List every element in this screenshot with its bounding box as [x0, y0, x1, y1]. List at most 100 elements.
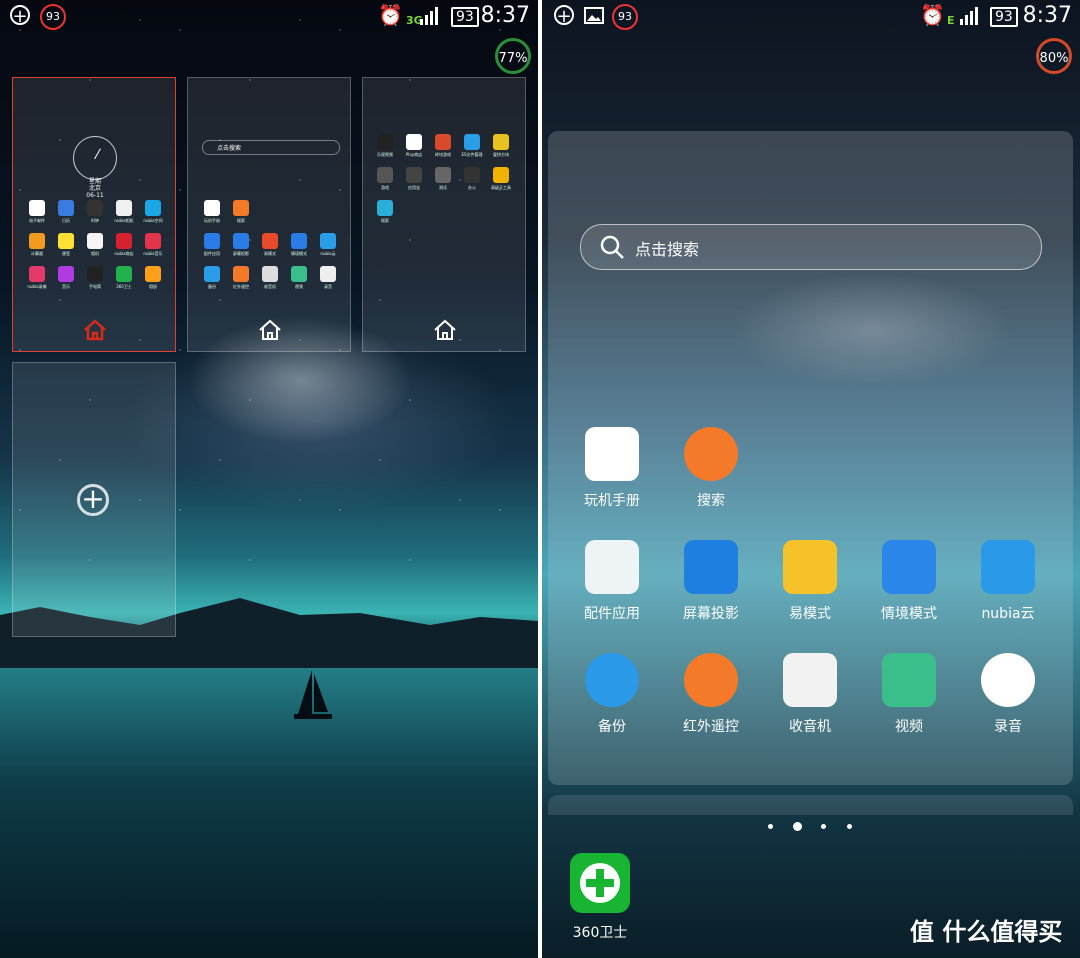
mini-app-icon	[145, 200, 161, 216]
mini-app-label: 情境模式	[291, 251, 307, 256]
mini-app-label: 360卫士	[116, 284, 132, 289]
status-bar: + 93 ⏰ 3G 93 8:37	[0, 0, 538, 34]
plus-circle-icon: +	[10, 5, 30, 26]
mini-app-label: 便签	[62, 251, 70, 256]
mini-app-icon	[87, 233, 103, 249]
folder-app-1[interactable]: 玩机手册	[567, 427, 657, 510]
mini-app-label: 相机	[91, 251, 99, 256]
mini-app-label: 配件应用	[204, 251, 220, 256]
folder-app-5[interactable]: 易模式	[765, 540, 855, 623]
alarm-icon: ⏰	[920, 3, 945, 27]
mini-app-label: 爱拼方块	[493, 152, 509, 157]
shield-plus-icon	[570, 853, 630, 913]
network-type: E	[947, 14, 955, 27]
mini-app-icon	[377, 134, 393, 150]
mini-app-label: 乐视视频	[377, 152, 393, 157]
mini-app-icon	[464, 167, 480, 183]
mini-app-icon	[233, 200, 249, 216]
accessory-apps-icon	[585, 540, 639, 594]
mini-app-label: nubia云	[320, 251, 336, 256]
page-dot-active[interactable]	[793, 822, 802, 831]
clock-widget-icon	[73, 136, 117, 180]
backup-icon	[585, 653, 639, 707]
mini-app-label: 日历	[62, 218, 70, 223]
mini-app-label: nubia相机	[114, 218, 134, 223]
homescreen-preview-3[interactable]: 乐视视频 Play商店 砖块游戏 ES文件管理 爱拼方块 游戏 应用宝 测试 办公 高级天工具 搜索	[362, 77, 526, 352]
mini-app-icon	[145, 233, 161, 249]
folder-app-6[interactable]: 情境模式	[864, 540, 954, 623]
mini-app-label: nubia空间	[143, 218, 163, 223]
mini-app-label: 视频	[295, 284, 303, 289]
signal-icon	[420, 7, 438, 25]
battery-indicator: 93	[990, 7, 1018, 27]
folder-app-label: 收音机	[789, 719, 831, 735]
homescreen-preview-2[interactable]: 点击搜索 玩机手册 搜索 配件应用 屏幕投影 易模式 情境模式 nubia云 备份 红外遥控 收音…	[187, 77, 351, 352]
folder-app-12[interactable]: 录音	[963, 653, 1053, 736]
mini-app-label: 高级天工具	[491, 185, 511, 190]
mini-app-icon	[233, 233, 249, 249]
mini-app-label: Play商店	[405, 152, 423, 157]
folder-app-9[interactable]: 红外遥控	[666, 653, 756, 736]
clock-time: 8:37	[480, 3, 530, 28]
mini-app-icon	[116, 266, 132, 282]
mini-app-icon	[493, 134, 509, 150]
mini-app-label: 玩机手册	[204, 218, 220, 223]
folder-app-label: 备份	[598, 719, 626, 735]
mini-search-bar: 点击搜索	[202, 140, 340, 155]
folder-app-3[interactable]: 配件应用	[567, 540, 657, 623]
add-homescreen-tile[interactable]: +	[12, 362, 176, 637]
mini-app-label: 搜索	[237, 218, 245, 223]
mini-app-icon	[435, 134, 451, 150]
mini-app-label: 测试	[439, 185, 447, 190]
mini-app-icon	[58, 200, 74, 216]
home-icon	[434, 319, 456, 340]
mini-app-icon	[291, 233, 307, 249]
dock-app-360[interactable]: 360卫士	[555, 853, 645, 942]
mini-app-icon	[377, 200, 393, 216]
search-input[interactable]: 点击搜索	[580, 224, 1042, 270]
manual-icon	[585, 427, 639, 481]
notification-badge: 93	[612, 4, 638, 30]
sea	[0, 668, 538, 958]
mini-app-label: nubia音乐	[143, 251, 163, 256]
mini-app-icon	[87, 266, 103, 282]
mini-app-label: 游戏	[381, 185, 389, 190]
mini-app-label: 应用宝	[408, 185, 420, 190]
mini-app-label: nubia录像	[27, 284, 47, 289]
folder-app-11[interactable]: 视频	[864, 653, 954, 736]
add-screen-plus-icon[interactable]: +	[77, 484, 109, 516]
folder-app-4[interactable]: 屏幕投影	[666, 540, 756, 623]
search-app-icon	[684, 427, 738, 481]
page-dot[interactable]	[847, 824, 852, 829]
memory-ring[interactable]: 80%	[1036, 38, 1072, 74]
plus-circle-icon: +	[554, 5, 574, 26]
sailboat-icon	[294, 670, 332, 719]
mini-app-label: 屏幕投影	[233, 251, 249, 256]
page-dot[interactable]	[821, 824, 826, 829]
page-dot[interactable]	[768, 824, 773, 829]
clock-date: 06-11	[86, 192, 104, 199]
video-icon	[882, 653, 936, 707]
mini-app-icon	[29, 233, 45, 249]
mini-app-icon	[87, 200, 103, 216]
mini-app-icon	[29, 266, 45, 282]
radio-icon	[783, 653, 837, 707]
folder-app-10[interactable]: 收音机	[765, 653, 855, 736]
battery-indicator: 93	[451, 7, 479, 27]
home-icon	[84, 319, 106, 341]
folder-app-8[interactable]: 备份	[567, 653, 657, 736]
mini-app-icon	[406, 167, 422, 183]
folder-app-label: 录音	[994, 719, 1022, 735]
mini-app-icon	[204, 200, 220, 216]
mini-app-icon	[493, 167, 509, 183]
folder-app-7[interactable]: nubia云	[963, 540, 1053, 623]
folder-app-label: 玩机手册	[584, 493, 640, 509]
folder-app-label: 红外遥控	[683, 719, 739, 735]
mini-app-label: 音乐	[62, 284, 70, 289]
mini-app-label: 录音	[324, 284, 332, 289]
homescreen-preview-1[interactable]: 星期 北京 06-11 电子邮件 日历 时钟 nubia相机 nubia空间 计算器 便签相…	[12, 77, 176, 352]
memory-ring[interactable]: 77%	[495, 38, 531, 74]
folder-app-2[interactable]: 搜索	[666, 427, 756, 510]
mini-app-icon	[58, 266, 74, 282]
status-bar-right: + 93 ⏰ E 93 8:37	[542, 0, 1080, 34]
